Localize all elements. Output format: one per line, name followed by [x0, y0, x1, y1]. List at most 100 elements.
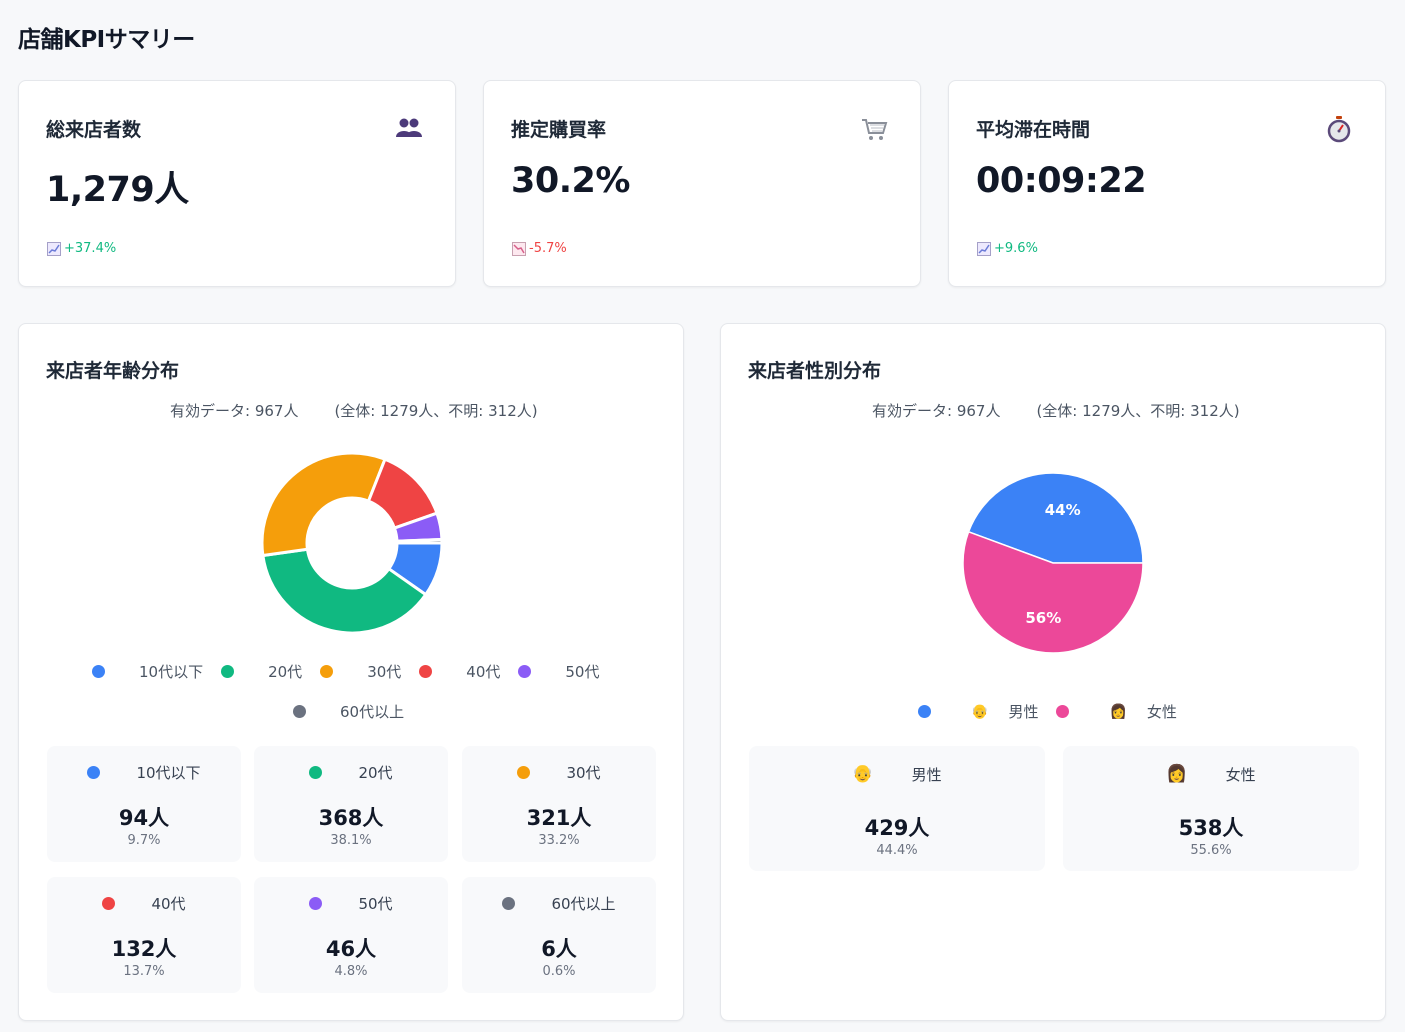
gender-stat-card: 👴 男性 429人 44.4%: [749, 746, 1045, 871]
legend-label: 男性: [1008, 703, 1039, 721]
legend-label: 30代: [367, 663, 402, 681]
older-man-icon: 👴: [852, 764, 874, 784]
legend-swatch: [293, 705, 306, 718]
legend-label: 女性: [1146, 703, 1177, 721]
color-dot: [102, 897, 116, 910]
kpi-change-value: -5.7%: [529, 241, 567, 256]
kpi-title: 総来店者数: [46, 119, 142, 141]
pie-data-label: 56%: [1025, 609, 1061, 627]
people-icon: [396, 118, 422, 137]
kpi-value: 30.2%: [511, 161, 630, 201]
age-stat-card: 40代 132人 13.7%: [47, 877, 241, 993]
age-stat-card: 10代以下 94人 9.7%: [47, 746, 241, 862]
stat-label: 40代: [151, 895, 186, 913]
gender-stat-card: 👩 女性 538人 55.6%: [1063, 746, 1359, 871]
kpi-change: +37.4%: [47, 241, 116, 256]
legend-item[interactable]: 60代以上: [293, 701, 404, 722]
stat-count: 368人: [318, 806, 384, 830]
stat-label: 60代以上: [551, 895, 616, 913]
age-stat-card: 20代 368人 38.1%: [254, 746, 448, 862]
color-dot: [309, 766, 323, 779]
kpi-card-dwell-time: 平均滞在時間 00:09:22 +9.6%: [948, 80, 1386, 287]
stat-label: 50代: [358, 895, 393, 913]
pie-data-label: 44%: [1045, 501, 1081, 519]
kpi-change: -5.7%: [512, 241, 567, 256]
stat-percent: 0.6%: [542, 964, 576, 979]
age-donut-chart: [260, 451, 444, 635]
stat-percent: 55.6%: [1190, 843, 1232, 858]
age-distribution-panel: 来店者年齢分布 有効データ: 967人 (全体: 1279人、不明: 312人) …: [18, 323, 684, 1021]
kpi-change-value: +9.6%: [994, 241, 1038, 256]
total-count: (全体: 1279人、不明: 312人): [334, 402, 538, 420]
valid-count: 有効データ: 967人: [170, 402, 299, 420]
stopwatch-icon: [1327, 116, 1351, 143]
stat-label: 20代: [358, 764, 393, 782]
kpi-change: +9.6%: [977, 241, 1038, 256]
color-dot: [502, 897, 516, 910]
woman-icon: 👩: [1109, 703, 1127, 720]
panel-subtitle: 有効データ: 967人 (全体: 1279人、不明: 312人): [872, 400, 1240, 421]
legend-label: 10代以下: [139, 663, 204, 681]
age-stat-card: 50代 46人 4.8%: [254, 877, 448, 993]
stat-percent: 4.8%: [334, 964, 368, 979]
legend-swatch: [320, 665, 334, 678]
age-stat-card: 60代以上 6人 0.6%: [462, 877, 656, 993]
donut-slice-2[interactable]: [260, 451, 387, 558]
chart-decreasing-icon: [512, 241, 526, 256]
stat-label: 女性: [1225, 766, 1256, 784]
chart-increasing-icon: [977, 241, 991, 256]
panel-title: 来店者性別分布: [748, 360, 882, 382]
legend-swatch: [419, 665, 433, 678]
legend-item[interactable]: 30代: [320, 661, 401, 682]
color-dot: [309, 897, 323, 910]
stat-count: 321人: [526, 806, 592, 830]
legend-item[interactable]: 20代: [221, 661, 302, 682]
legend-swatch: [1056, 705, 1070, 718]
gender-pie-chart: 44% 56%: [962, 472, 1144, 654]
stat-percent: 33.2%: [538, 833, 580, 848]
chart-increasing-icon: [47, 241, 61, 256]
stat-percent: 13.7%: [123, 964, 165, 979]
legend-item[interactable]: 👴 男性: [918, 701, 1038, 722]
kpi-value: 00:09:22: [976, 161, 1147, 201]
legend-swatch: [918, 705, 931, 718]
kpi-change-value: +37.4%: [64, 241, 117, 256]
legend-label: 60代以上: [340, 703, 405, 721]
legend-item[interactable]: 40代: [419, 661, 500, 682]
stat-count: 538人: [1178, 816, 1244, 840]
stat-percent: 9.7%: [127, 833, 161, 848]
cart-icon: [862, 119, 888, 140]
stat-count: 429人: [864, 816, 930, 840]
age-stat-card: 30代 321人 33.2%: [462, 746, 656, 862]
kpi-card-visitors: 総来店者数 1,279人 +37.4%: [18, 80, 456, 287]
legend-label: 20代: [268, 663, 303, 681]
panel-title: 来店者年齢分布: [46, 360, 180, 382]
legend-item[interactable]: 10代以下: [92, 661, 203, 682]
legend-item[interactable]: 👩 女性: [1056, 701, 1177, 722]
kpi-title: 平均滞在時間: [976, 119, 1091, 141]
panel-subtitle: 有効データ: 967人 (全体: 1279人、不明: 312人): [170, 400, 538, 421]
page-title: 店舗KPIサマリー: [18, 27, 195, 53]
age-legend: 10代以下 20代 30代 40代 50代: [92, 661, 599, 682]
stat-label: 10代以下: [136, 764, 201, 782]
kpi-card-purchase-rate: 推定購買率 30.2% -5.7%: [483, 80, 921, 287]
color-dot: [517, 766, 531, 779]
gender-legend: 👴 男性 👩 女性: [918, 701, 1177, 722]
woman-icon: 👩: [1166, 764, 1188, 784]
donut-slice-5[interactable]: [395, 537, 444, 545]
gender-distribution-panel: 来店者性別分布 有効データ: 967人 (全体: 1279人、不明: 312人) …: [720, 323, 1386, 1021]
kpi-value: 1,279人: [46, 170, 189, 210]
stat-percent: 44.4%: [876, 843, 918, 858]
color-dot: [87, 766, 101, 779]
legend-swatch: [221, 665, 235, 678]
legend-label: 50代: [565, 663, 600, 681]
legend-label: 40代: [466, 663, 501, 681]
legend-item[interactable]: 50代: [518, 661, 599, 682]
stat-label: 男性: [911, 766, 942, 784]
older-man-icon: 👴: [971, 703, 989, 720]
total-count: (全体: 1279人、不明: 312人): [1036, 402, 1240, 420]
valid-count: 有効データ: 967人: [872, 402, 1001, 420]
stat-label: 30代: [566, 764, 601, 782]
age-legend-row-2: 60代以上: [293, 701, 404, 722]
stat-count: 132人: [111, 937, 177, 961]
